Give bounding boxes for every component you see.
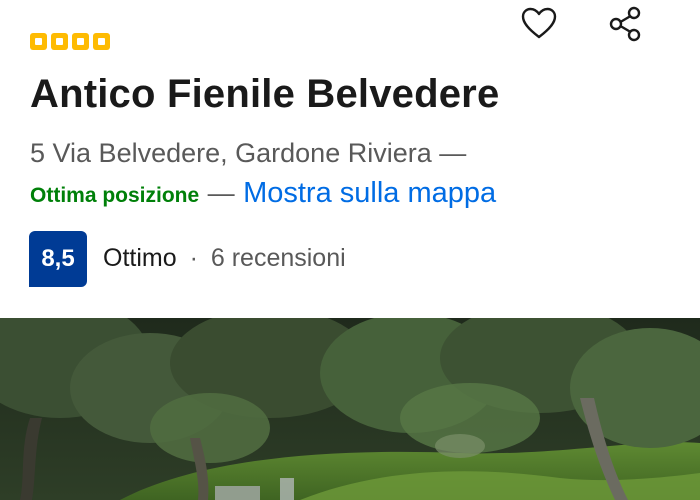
star-square-icon: [93, 33, 110, 50]
star-square-icon: [72, 33, 89, 50]
heart-icon[interactable]: [519, 4, 559, 44]
location-badge: Ottima posizione: [30, 184, 200, 207]
star-square-icon: [30, 33, 47, 50]
show-on-map-link[interactable]: Mostra sulla mappa: [243, 177, 496, 209]
dot-separator: ·: [189, 244, 198, 272]
review-score-badge: 8,5: [29, 231, 87, 287]
review-count-link[interactable]: 6 recensioni: [211, 244, 346, 272]
property-address: 5 Via Belvedere, Gardone Riviera —: [30, 138, 467, 168]
location-row: Ottima posizione — Mostra sulla mappa: [30, 177, 496, 210]
separator-dash: —: [207, 178, 235, 208]
review-summary: Ottimo · 6 recensioni: [103, 244, 346, 273]
star-rating: [30, 33, 110, 50]
property-title: Antico Fienile Belvedere: [30, 72, 500, 116]
hero-photo[interactable]: [0, 318, 700, 500]
review-score-label: Ottimo: [103, 244, 177, 272]
star-square-icon: [51, 33, 68, 50]
share-icon[interactable]: [606, 4, 646, 44]
